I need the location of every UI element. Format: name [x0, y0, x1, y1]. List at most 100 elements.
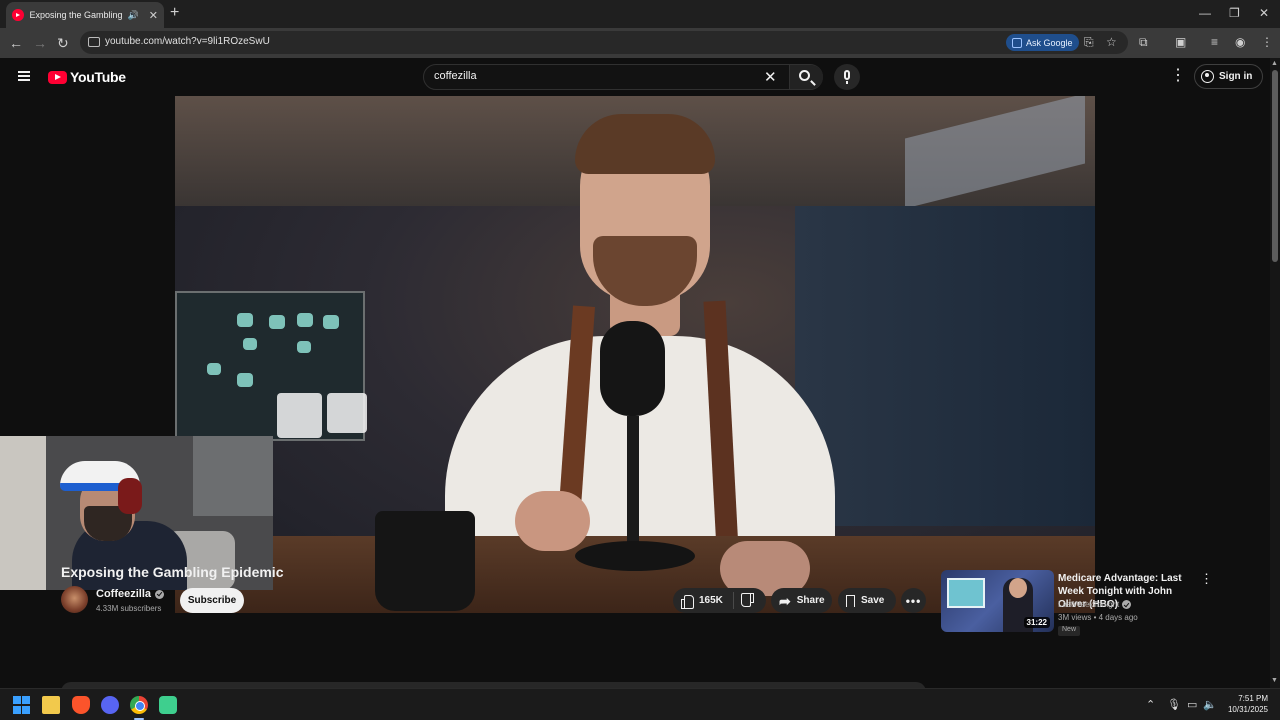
tray-volume-icon[interactable]: 🔈 — [1203, 698, 1217, 711]
thumbnail-graphic-card — [947, 578, 985, 608]
back-arrow-icon[interactable]: ← — [9, 34, 23, 52]
like-button[interactable]: 165K — [673, 592, 734, 609]
tab-title: Exposing the Gambling Epidemic - YouTube — [29, 10, 122, 20]
search-input[interactable] — [434, 70, 754, 82]
extensions-icon[interactable]: ⧉ — [1139, 35, 1148, 50]
google-lens-icon — [1012, 37, 1022, 48]
channel-name-text[interactable]: Coffeezilla — [96, 588, 151, 600]
minimize-button[interactable]: — — [1199, 6, 1211, 20]
windows-taskbar: ⌃ 🎙 ▭ 🔈 7:51 PM 10/31/2025 — [0, 688, 1280, 720]
voice-search-button[interactable] — [834, 64, 860, 90]
video-title: Exposing the Gambling Epidemic — [61, 564, 284, 580]
video-mic-stand — [627, 416, 639, 546]
bookmark-star-icon[interactable]: ☆ — [1106, 35, 1117, 49]
channel-name[interactable]: Coffeezilla — [96, 588, 165, 600]
recommendation-menu-icon[interactable]: ⋮ — [1200, 571, 1213, 587]
ask-google-label: Ask Google — [1026, 37, 1073, 48]
youtube-logo[interactable]: YouTube — [48, 69, 126, 85]
video-host-hair — [575, 114, 715, 174]
subscriber-count: 4.33M subscribers — [96, 604, 162, 613]
scroll-down-arrow-icon[interactable]: ▼ — [1271, 677, 1278, 684]
restore-button[interactable]: ❐ — [1229, 6, 1240, 20]
webcam-panel — [193, 436, 273, 516]
channel-avatar[interactable] — [61, 586, 88, 613]
sign-in-label: Sign in — [1219, 71, 1253, 82]
speaker-icon[interactable]: 🔊 — [128, 10, 139, 21]
taskbar-time[interactable]: 7:51 PM — [1222, 694, 1268, 703]
scrollbar-thumb[interactable] — [1272, 70, 1278, 262]
video-player[interactable] — [175, 96, 1095, 613]
new-tab-button[interactable]: + — [170, 5, 179, 21]
youtube-logo-text: YouTube — [70, 69, 126, 85]
discord-icon[interactable] — [101, 696, 119, 714]
sign-in-button[interactable]: Sign in — [1194, 64, 1264, 89]
subscribe-button[interactable]: Subscribe — [180, 588, 244, 613]
recommended-video-meta: 3M views • 4 days ago — [1058, 613, 1138, 622]
video-scene-monitor — [175, 291, 367, 441]
save-label: Save — [861, 595, 885, 606]
brave-browser-icon[interactable] — [72, 696, 90, 714]
verified-icon — [155, 589, 165, 599]
share-label: Share — [796, 595, 825, 606]
video-scene-wall — [795, 206, 1095, 526]
tray-network-icon[interactable]: ▭ — [1187, 698, 1197, 711]
search-icon — [799, 70, 810, 81]
tab-close-icon[interactable]: ✕ — [149, 9, 158, 22]
microphone-stand — [846, 81, 848, 84]
share-button[interactable]: ➦ Share — [771, 588, 832, 613]
taskbar-date[interactable]: 10/31/2025 — [1222, 705, 1268, 714]
clear-search-icon[interactable]: ✕ — [764, 68, 777, 86]
window-close-button[interactable]: ✕ — [1259, 6, 1269, 20]
ask-google-button[interactable]: Ask Google — [1006, 34, 1079, 51]
search-bar[interactable]: ✕ — [423, 64, 823, 90]
thumbnail-host-face — [1009, 578, 1027, 598]
browser-toolbar: ← → ↻ youtube.com/watch?v=9li1ROzeSwU As… — [0, 28, 1280, 58]
microphone-icon — [844, 70, 850, 80]
recommended-video-thumbnail[interactable]: 31:22 — [941, 570, 1054, 632]
windows-start-icon[interactable] — [13, 696, 30, 714]
tab-search-icon[interactable]: ▣ — [1175, 35, 1186, 49]
editor-app-icon[interactable] — [159, 696, 177, 714]
browser-tab-active[interactable]: Exposing the Gambling Epidemic - YouTube… — [6, 2, 164, 28]
save-button[interactable]: Save — [838, 588, 896, 613]
like-dislike-group: 165K — [673, 588, 766, 613]
bookmark-icon — [846, 594, 855, 611]
tray-overflow-icon[interactable]: ⌃ — [1146, 698, 1155, 711]
youtube-page: YouTube ✕ ⋮ Sign in — [0, 58, 1270, 688]
more-actions-button[interactable]: ••• — [901, 588, 926, 613]
new-badge: New — [1058, 626, 1081, 636]
profile-icon[interactable]: ◉ — [1235, 35, 1245, 49]
video-duration: 31:22 — [1023, 617, 1050, 628]
youtube-favicon-icon — [12, 9, 24, 21]
chrome-icon[interactable] — [130, 696, 148, 714]
webcam-headset — [118, 478, 142, 514]
thumbs-down-icon — [742, 595, 754, 607]
verified-icon — [1122, 600, 1132, 609]
video-microphone — [600, 321, 665, 416]
file-explorer-icon[interactable] — [42, 696, 60, 714]
thumbs-up-icon — [681, 594, 694, 609]
recommended-channel-name[interactable]: LastWeekTonight — [1058, 600, 1119, 609]
webcam-door — [0, 436, 46, 590]
browser-tabstrip: Exposing the Gambling Epidemic - YouTube… — [0, 0, 1280, 28]
hamburger-menu-icon[interactable] — [18, 71, 30, 81]
reload-icon[interactable]: ↻ — [57, 34, 69, 52]
media-controls-icon[interactable]: ≡ — [1211, 35, 1218, 49]
scroll-up-arrow-icon[interactable]: ▲ — [1271, 60, 1278, 67]
install-app-icon[interactable]: ⎘ — [1084, 35, 1094, 50]
share-arrow-icon: ➦ — [779, 592, 791, 609]
browser-menu-icon[interactable]: ⋮ — [1261, 35, 1273, 49]
forward-arrow-icon[interactable]: → — [33, 34, 47, 52]
video-host-hand-left — [515, 491, 590, 551]
youtube-play-icon — [48, 70, 67, 84]
like-count: 165K — [699, 595, 723, 606]
address-bar[interactable]: youtube.com/watch?v=9li1ROzeSwU Ask Goog… — [80, 31, 1128, 54]
recommended-channel[interactable]: LastWeekTonight — [1058, 600, 1132, 609]
search-button[interactable] — [789, 65, 823, 89]
video-mic-base — [575, 541, 695, 571]
settings-kebab-icon[interactable]: ⋮ — [1170, 68, 1186, 84]
site-info-icon[interactable] — [88, 37, 100, 47]
tray-microphone-icon[interactable]: 🎙 — [1167, 698, 1181, 711]
url-text[interactable]: youtube.com/watch?v=9li1ROzeSwU — [105, 36, 270, 47]
dislike-button[interactable] — [734, 595, 762, 607]
